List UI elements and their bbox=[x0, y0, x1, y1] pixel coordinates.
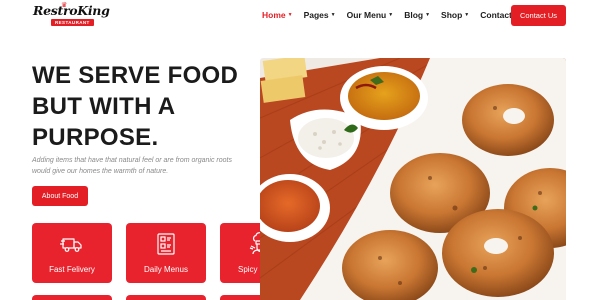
food-platter-illustration bbox=[260, 58, 566, 300]
feature-card-partial[interactable] bbox=[32, 295, 112, 300]
feature-card-daily-menus[interactable]: Daily Menus bbox=[126, 223, 206, 283]
nav-label: Pages bbox=[303, 10, 329, 20]
chevron-down-icon: ▼ bbox=[388, 12, 394, 18]
headline-line: BUT WITH A bbox=[32, 93, 176, 120]
headline-line: PURPOSE. bbox=[32, 124, 159, 151]
brand-tagline: RESTAURANT bbox=[51, 19, 94, 26]
crown-icon: ♛ bbox=[61, 2, 68, 9]
feature-card-fast-delivery[interactable]: Fast Felivery bbox=[32, 223, 112, 283]
site-header: RestroKing ♛ RESTAURANT Home ▼ Pages ▼ Our… bbox=[0, 0, 590, 32]
nav-item-blog[interactable]: Blog ▼ bbox=[404, 10, 430, 20]
headline-line: WE SERVE FOOD bbox=[32, 62, 239, 89]
chevron-down-icon: ▼ bbox=[425, 12, 431, 18]
chevron-down-icon: ▼ bbox=[464, 12, 470, 18]
brand-logo[interactable]: RestroKing ♛ RESTAURANT bbox=[33, 2, 110, 29]
hero-subtext: Adding items that have that natural feel… bbox=[32, 157, 232, 175]
nav-item-pages[interactable]: Pages ▼ bbox=[304, 10, 336, 20]
hero-food-image bbox=[260, 58, 566, 300]
feature-label: Fast Felivery bbox=[49, 265, 95, 274]
feature-card-partial[interactable] bbox=[126, 295, 206, 300]
contact-us-button[interactable]: Contact Us bbox=[511, 5, 566, 26]
chevron-down-icon: ▼ bbox=[330, 12, 336, 18]
nav-item-shop[interactable]: Shop ▼ bbox=[441, 10, 469, 20]
nav-label: Home bbox=[262, 10, 286, 20]
nav-item-home[interactable]: Home ▼ bbox=[262, 10, 293, 20]
nav-label: Shop bbox=[441, 10, 463, 20]
brand-name: RestroKing bbox=[33, 3, 110, 18]
about-food-button[interactable]: About Food bbox=[32, 186, 88, 206]
feature-label: Daily Menus bbox=[143, 265, 188, 274]
chevron-down-icon: ▼ bbox=[287, 12, 293, 18]
delivery-truck-icon bbox=[60, 238, 82, 252]
nav-label: Blog bbox=[404, 10, 424, 20]
menu-list-icon bbox=[157, 233, 175, 255]
main-nav: Home ▼ Pages ▼ Our Menu ▼ Blog ▼ Shop ▼ Conta… bbox=[262, 10, 543, 20]
nav-item-our-menu[interactable]: Our Menu ▼ bbox=[347, 10, 394, 20]
hero-headline: WE SERVE FOOD BUT WITH A PURPOSE. bbox=[32, 60, 257, 153]
nav-label: Our Menu bbox=[346, 10, 387, 20]
